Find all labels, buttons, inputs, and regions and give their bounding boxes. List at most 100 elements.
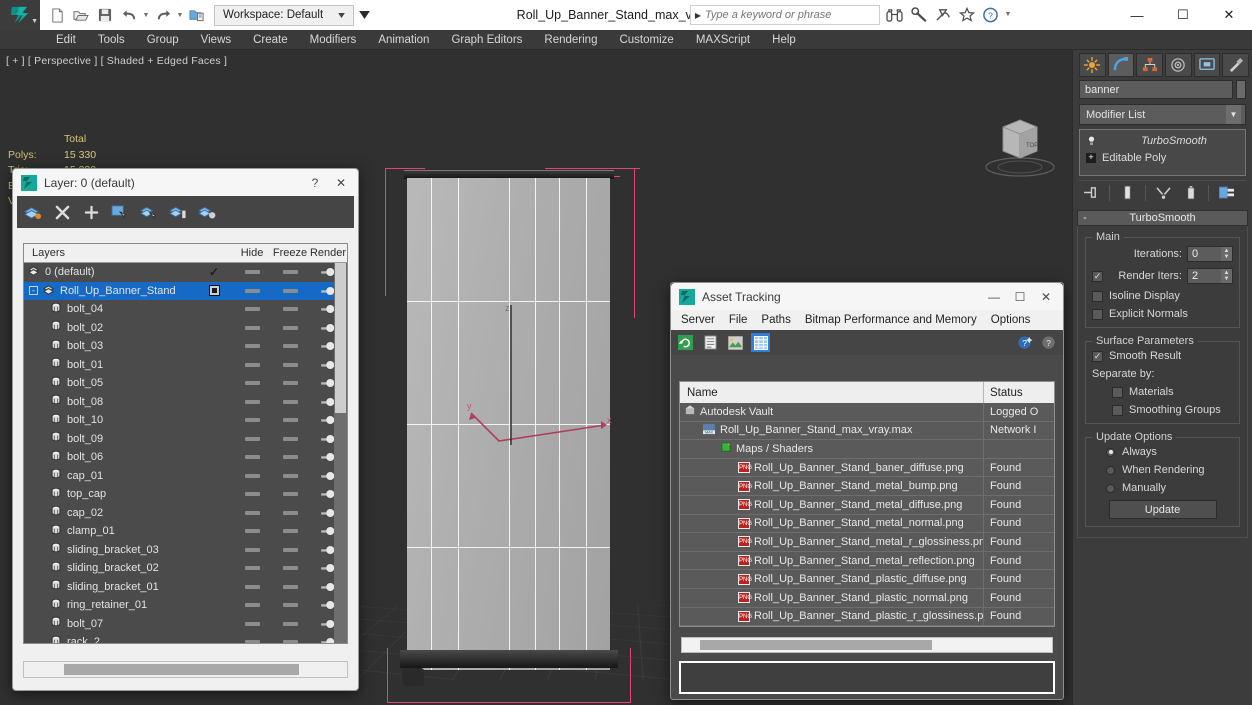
asset-list-grid[interactable]: Name Status Autodesk Vault Logged O MAX Rol… (679, 381, 1055, 627)
menu-create[interactable]: Create (242, 32, 299, 48)
asset-row[interactable]: PNG Roll_Up_Banner_Stand_plastic_normal.p… (680, 588, 1054, 608)
open-icon[interactable] (70, 4, 92, 26)
layer-list-scrollbar[interactable] (334, 263, 347, 643)
layer-row-name-cell[interactable]: bolt_02 (24, 320, 195, 335)
asset-row[interactable]: Maps / Shaders (680, 440, 1054, 459)
layer-row[interactable]: sliding_bracket_03 (24, 541, 347, 560)
layer-render-cell[interactable] (271, 473, 309, 478)
turbosmooth-rollout-header[interactable]: - TurboSmooth (1077, 210, 1248, 226)
layer-row-name-cell[interactable]: sliding_bracket_01 (24, 579, 195, 594)
expand-icon[interactable]: - (29, 286, 38, 296)
asset-name-cell[interactable]: PNG Roll_Up_Banner_Stand_baner_diffuse.pn… (680, 458, 984, 477)
layer-row-name-cell[interactable]: bolt_10 (24, 413, 195, 428)
wrench-icon[interactable] (908, 4, 929, 25)
asset-row[interactable]: PNG Roll_Up_Banner_Stand_plastic_r_glossi… (680, 607, 1054, 626)
layer-row-name-cell[interactable]: bolt_03 (24, 339, 195, 354)
layer-render-cell[interactable] (271, 455, 309, 460)
utilities-tab[interactable] (1222, 52, 1250, 77)
search-box[interactable]: ▶ (690, 5, 880, 25)
undo-icon[interactable] (118, 4, 140, 26)
asset-row[interactable]: PNG Roll_Up_Banner_Stand_metal_bump.png Fo… (680, 477, 1054, 496)
layer-freeze-cell[interactable] (233, 621, 271, 626)
search-input[interactable] (705, 9, 879, 21)
layer-freeze-cell[interactable] (233, 436, 271, 441)
help-icon[interactable]: ? (1039, 333, 1058, 352)
layer-row[interactable]: bolt_03 (24, 337, 347, 356)
pin-stack-icon[interactable] (1079, 182, 1104, 203)
layer-render-cell[interactable] (271, 621, 309, 626)
asset-row[interactable]: PNG Roll_Up_Banner_Stand_metal_normal.png… (680, 514, 1054, 534)
layer-select-box-icon[interactable] (208, 285, 220, 297)
layer-row-name-cell[interactable]: ring_retainer_01 (24, 598, 195, 613)
asset-row[interactable]: PNG Roll_Up_Banner_Stand_metal_diffuse.pn… (680, 495, 1054, 515)
layer-row[interactable]: bolt_10 (24, 411, 347, 430)
layer-render-cell[interactable] (271, 510, 309, 515)
layer-freeze-cell[interactable] (233, 362, 271, 367)
layer-render-cell[interactable] (271, 603, 309, 608)
layer-freeze-cell[interactable] (233, 566, 271, 571)
star-icon[interactable] (956, 4, 977, 25)
modify-tab[interactable] (1107, 52, 1135, 77)
motion-tab[interactable] (1165, 52, 1192, 77)
workspace-selector[interactable]: Workspace: Default (214, 4, 354, 26)
asset-hscroll-thumb[interactable] (700, 640, 932, 650)
layer-freeze-cell[interactable] (233, 344, 271, 349)
field-smooth-result[interactable]: ✓ Smooth Result (1092, 350, 1233, 362)
modifier-list-dropdown[interactable]: Modifier List ▼ (1079, 104, 1246, 125)
field-isoline-display[interactable]: Isoline Display (1092, 290, 1233, 302)
asset-name-cell[interactable]: Autodesk Vault (680, 403, 984, 421)
asset-name-cell[interactable]: PNG Roll_Up_Banner_Stand_plastic_r_glossi… (680, 607, 984, 626)
select-highlighted-layers-icon[interactable] (139, 202, 159, 222)
asset-name-cell[interactable]: PNG Roll_Up_Banner_Stand_metal_r_glossine… (680, 533, 984, 551)
layer-hscroll-thumb[interactable] (64, 664, 299, 675)
layer-row-name-cell[interactable]: cap_02 (24, 505, 195, 520)
asset-row[interactable]: PNG Roll_Up_Banner_Stand_plastic_diffuse.… (680, 570, 1054, 589)
add-layer-icon[interactable] (81, 202, 101, 222)
layer-dialog-help-button[interactable]: ? (302, 171, 328, 195)
layer-explorer-dialog[interactable]: Layer: 0 (default) ? ✕ Layers Hide Freez… (12, 168, 359, 691)
command-panel[interactable]: Modifier List ▼ TurboSmooth + Editable P… (1072, 50, 1252, 705)
layer-render-cell[interactable] (271, 270, 309, 275)
update-always-radio[interactable] (1106, 447, 1115, 457)
layer-row-name-cell[interactable]: rack_2 (24, 635, 195, 643)
layer-freeze-cell[interactable] (233, 307, 271, 312)
viewcube[interactable]: TOP (975, 105, 1065, 180)
chevron-down-icon[interactable]: ▼ (1226, 105, 1241, 124)
create-tab[interactable] (1079, 52, 1106, 77)
iterations-spinner-arrows[interactable]: ▲ ▼ (1221, 247, 1232, 261)
asset-maximize-button[interactable]: ☐ (1007, 285, 1033, 309)
layer-row[interactable]: clamp_01 (24, 522, 347, 541)
field-smoothing-groups[interactable]: Smoothing Groups (1092, 404, 1233, 416)
layer-render-cell[interactable] (271, 547, 309, 552)
layer-freeze-cell[interactable] (233, 381, 271, 386)
highlight-selected-objects-layer-icon[interactable] (168, 202, 188, 222)
menu-modifiers[interactable]: Modifiers (299, 32, 368, 48)
layer-freeze-cell[interactable] (233, 473, 271, 478)
delete-layer-icon[interactable] (52, 202, 72, 222)
asset-tracking-dialog[interactable]: Asset Tracking — ☐ ✕ Server File Paths B… (670, 282, 1064, 700)
object-name-input[interactable] (1079, 80, 1233, 99)
layer-render-cell[interactable] (271, 399, 309, 404)
smoothing-groups-checkbox[interactable] (1112, 404, 1123, 416)
update-when-rendering-radio[interactable] (1106, 465, 1115, 475)
display-tab[interactable] (1193, 52, 1221, 77)
menu-customize[interactable]: Customize (608, 32, 684, 48)
layer-render-cell[interactable] (271, 362, 309, 367)
asset-name-cell[interactable]: MAX Roll_Up_Banner_Stand_max_vray.max (680, 421, 984, 440)
help-dropdown-icon[interactable]: ▼ (1004, 11, 1012, 18)
field-update-manually[interactable]: Manually (1092, 482, 1233, 494)
new-layer-icon[interactable] (23, 202, 43, 222)
asset-row[interactable]: Autodesk Vault Logged O (680, 403, 1054, 422)
undo-dropdown-icon[interactable]: ▼ (142, 12, 150, 19)
layer-hide-cell[interactable]: ✓ (195, 265, 233, 279)
menu-rendering[interactable]: Rendering (533, 32, 608, 48)
add-selected-objects-to-layer-icon[interactable] (197, 202, 217, 222)
layer-row-name-cell[interactable]: sliding_bracket_03 (24, 542, 195, 557)
layer-freeze-cell[interactable] (233, 399, 271, 404)
layer-row[interactable]: bolt_06 (24, 448, 347, 467)
asset-name-cell[interactable]: Maps / Shaders (680, 440, 984, 458)
layer-freeze-cell[interactable] (233, 547, 271, 552)
viewport-label[interactable]: [ + ] [ Perspective ] [ Shaded + Edged F… (6, 55, 227, 67)
asset-close-button[interactable]: ✕ (1033, 285, 1059, 309)
layer-dialog-close-button[interactable]: ✕ (328, 171, 354, 195)
